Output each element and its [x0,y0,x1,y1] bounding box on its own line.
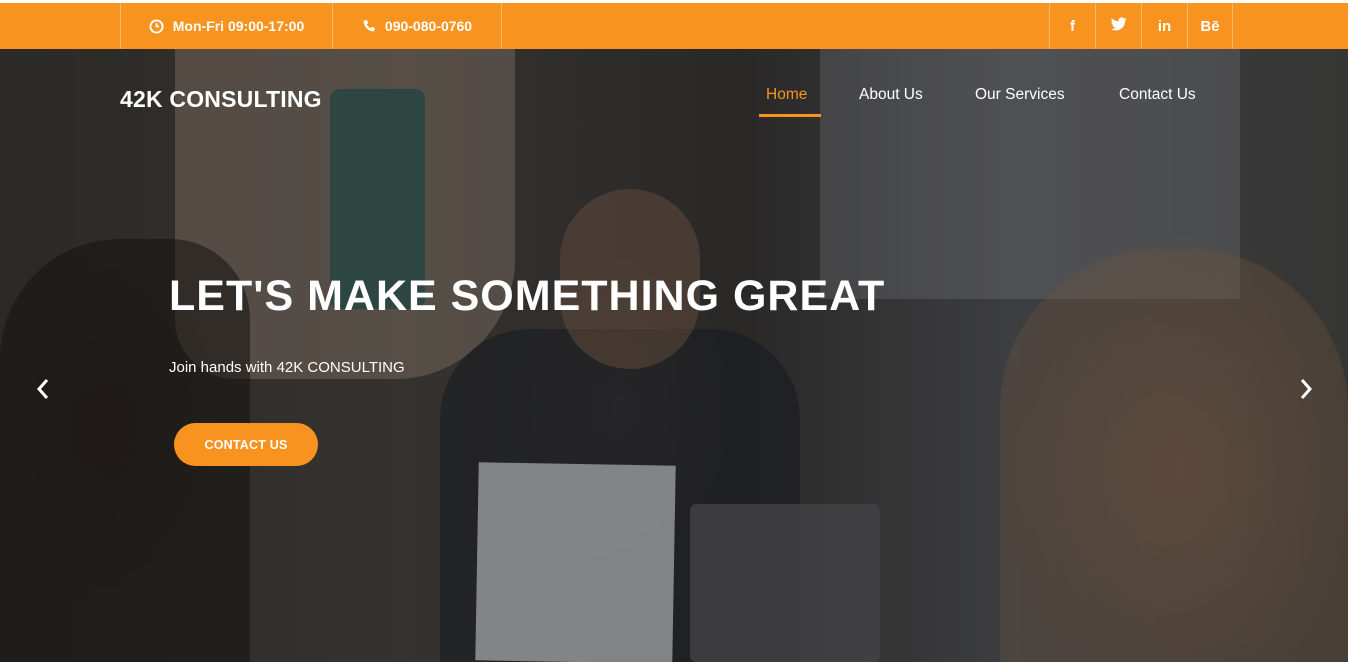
twitter-icon [1110,17,1127,35]
nav-contact-us[interactable]: Contact Us [1119,86,1196,104]
phone-number[interactable]: 090-080-0760 [332,3,502,49]
top-bar: Mon-Fri 09:00-17:00 090-080-0760 f in Bē [0,0,1348,49]
twitter-link[interactable] [1095,3,1141,49]
nav-our-services[interactable]: Our Services [975,86,1065,104]
hero-subtitle: Join hands with 42K CONSULTING [169,359,405,376]
nav-home[interactable]: Home [766,86,807,104]
clock-icon [149,18,164,34]
phone-icon [362,19,376,33]
hero-headline: LET'S MAKE SOMETHING GREAT [169,272,886,320]
facebook-link[interactable]: f [1049,3,1095,49]
hero-slider: 42K CONSULTING Home About Us Our Service… [0,49,1348,662]
slider-prev-button[interactable] [31,376,55,406]
business-hours-text: Mon-Fri 09:00-17:00 [172,18,305,34]
chevron-left-icon [36,378,50,405]
facebook-icon: f [1070,17,1075,35]
main-nav: Home About Us Our Services Contact Us [0,86,1348,118]
nav-active-indicator [759,114,821,117]
chevron-right-icon [1299,378,1313,405]
hero-overlay [0,49,1348,662]
contact-us-button[interactable]: CONTACT US [174,423,318,466]
business-hours: Mon-Fri 09:00-17:00 [120,3,332,49]
linkedin-icon: in [1157,17,1172,35]
phone-number-text: 090-080-0760 [384,18,473,34]
nav-about-us[interactable]: About Us [859,86,923,104]
behance-icon: Bē [1200,17,1220,35]
behance-link[interactable]: Bē [1187,3,1233,49]
slider-next-button[interactable] [1294,376,1318,406]
linkedin-link[interactable]: in [1141,3,1187,49]
